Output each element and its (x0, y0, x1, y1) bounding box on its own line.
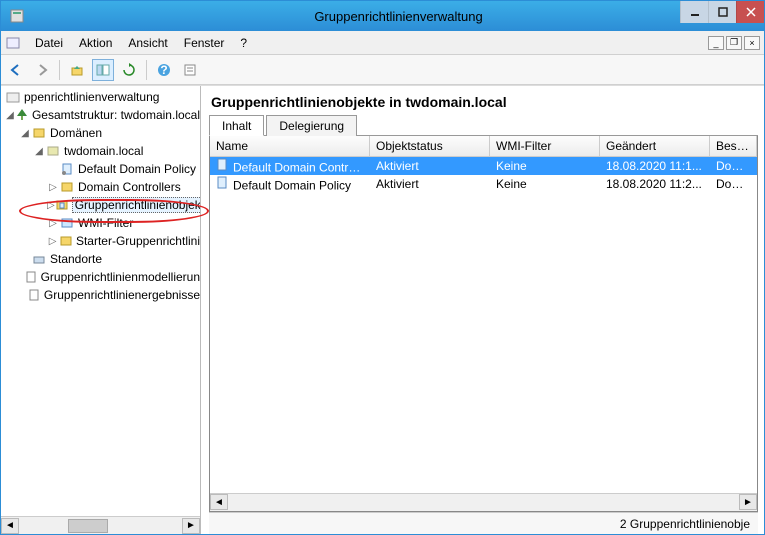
modeling-icon (24, 270, 38, 284)
starter-icon (58, 234, 73, 248)
app-icon (7, 6, 27, 26)
status-text: 2 Gruppenrichtlinienobje (620, 517, 750, 531)
svg-text:?: ? (160, 63, 167, 77)
column-modified[interactable]: Geändert (600, 136, 710, 156)
tree-domain[interactable]: ◢twdomain.local (1, 142, 200, 160)
tree-modeling[interactable]: Gruppenrichtlinienmodellierun (1, 268, 200, 286)
tree-horizontal-scrollbar[interactable]: ◄ ► (1, 516, 200, 534)
tab-content[interactable]: Inhalt (209, 115, 264, 136)
column-status[interactable]: Objektstatus (370, 136, 490, 156)
tab-delegation[interactable]: Delegierung (266, 115, 357, 136)
tab-strip: Inhalt Delegierung (209, 114, 758, 136)
column-name[interactable]: Name (210, 136, 370, 156)
details-heading: Gruppenrichtlinienobjekte in twdomain.lo… (209, 90, 758, 114)
scroll-left-button[interactable]: ◄ (1, 518, 19, 534)
expander-icon[interactable]: ◢ (5, 110, 15, 121)
gpo-icon (216, 176, 230, 190)
gpo-folder-icon (55, 198, 69, 212)
tree-root[interactable]: ppenrichtlinienverwaltung (1, 88, 200, 106)
tree-results[interactable]: Gruppenrichtlinienergebnisse (1, 286, 200, 304)
tree-domain-controllers[interactable]: ▷Domain Controllers (1, 178, 200, 196)
close-button[interactable] (736, 1, 764, 23)
refresh-button[interactable] (118, 59, 140, 81)
domain-icon (45, 144, 61, 158)
ou-icon (59, 180, 75, 194)
up-folder-button[interactable] (66, 59, 88, 81)
menu-view[interactable]: Ansicht (120, 34, 175, 52)
tree-domains[interactable]: ◢Domänen (1, 124, 200, 142)
tree-starter-gpos[interactable]: ▷Starter-Gruppenrichtlini (1, 232, 200, 250)
tree-default-domain-policy[interactable]: Default Domain Policy (1, 160, 200, 178)
scroll-left-button[interactable]: ◄ (210, 494, 228, 510)
show-hide-tree-button[interactable] (92, 59, 114, 81)
forest-icon (15, 108, 29, 122)
expander-icon[interactable]: ▷ (47, 218, 59, 229)
window-title: Gruppenrichtlinienverwaltung (33, 9, 764, 24)
mmc-icon (5, 35, 21, 51)
scroll-right-button[interactable]: ► (739, 494, 757, 510)
gpo-icon (216, 158, 230, 172)
details-pane: Gruppenrichtlinienobjekte in twdomain.lo… (201, 86, 764, 534)
help-button[interactable]: ? (153, 59, 175, 81)
mdi-restore-button[interactable]: ❐ (726, 36, 742, 50)
menu-action[interactable]: Aktion (71, 34, 120, 52)
mdi-close-button[interactable]: × (744, 36, 760, 50)
list-row[interactable]: Default Domain Policy Aktiviert Keine 18… (210, 175, 757, 193)
tree-gpo-container[interactable]: ▷Gruppenrichtlinienobjekte (1, 196, 200, 214)
list-horizontal-scrollbar[interactable]: ◄ ► (210, 493, 757, 511)
tree-forest[interactable]: ◢Gesamtstruktur: twdomain.local (1, 106, 200, 124)
menu-help[interactable]: ? (232, 34, 255, 52)
properties-button[interactable] (179, 59, 201, 81)
list-row[interactable]: Default Domain Controll... Aktiviert Kei… (210, 157, 757, 175)
list-header: Name Objektstatus WMI-Filter Geändert Be… (210, 136, 757, 157)
list-body: Default Domain Controll... Aktiviert Kei… (210, 157, 757, 493)
expander-icon[interactable]: ▷ (47, 236, 58, 247)
back-button[interactable] (5, 59, 27, 81)
scroll-right-button[interactable]: ► (182, 518, 200, 534)
column-wmi[interactable]: WMI-Filter (490, 136, 600, 156)
minimize-button[interactable] (680, 1, 708, 23)
tree-sites[interactable]: Standorte (1, 250, 200, 268)
results-icon (27, 288, 41, 302)
column-owner[interactable]: Besitzer (710, 136, 757, 156)
toolbar: ? (1, 55, 764, 85)
expander-icon[interactable]: ▷ (47, 182, 59, 193)
mdi-minimize-button[interactable]: _ (708, 36, 724, 50)
scroll-thumb[interactable] (68, 519, 108, 533)
menubar: Datei Aktion Ansicht Fenster ? _ ❐ × (1, 31, 764, 55)
menu-window[interactable]: Fenster (176, 34, 233, 52)
expander-icon[interactable]: ◢ (19, 128, 31, 139)
status-bar: 2 Gruppenrichtlinienobje (209, 512, 758, 534)
maximize-button[interactable] (708, 1, 736, 23)
expander-icon[interactable]: ◢ (33, 146, 45, 157)
gpo-link-icon (59, 162, 75, 176)
titlebar: Gruppenrichtlinienverwaltung (1, 1, 764, 31)
tree-pane: ppenrichtlinienverwaltung ◢Gesamtstruktu… (1, 86, 201, 534)
scroll-track[interactable] (228, 494, 739, 510)
domains-icon (31, 126, 47, 140)
gpm-icon (5, 90, 21, 104)
tree-wmi-filters[interactable]: ▷WMI-Filter (1, 214, 200, 232)
wmi-icon (59, 216, 75, 230)
menu-file[interactable]: Datei (27, 34, 71, 52)
expander-icon[interactable]: ▷ (47, 200, 55, 211)
sites-icon (31, 252, 47, 266)
scroll-track[interactable] (19, 518, 182, 534)
forward-button[interactable] (31, 59, 53, 81)
